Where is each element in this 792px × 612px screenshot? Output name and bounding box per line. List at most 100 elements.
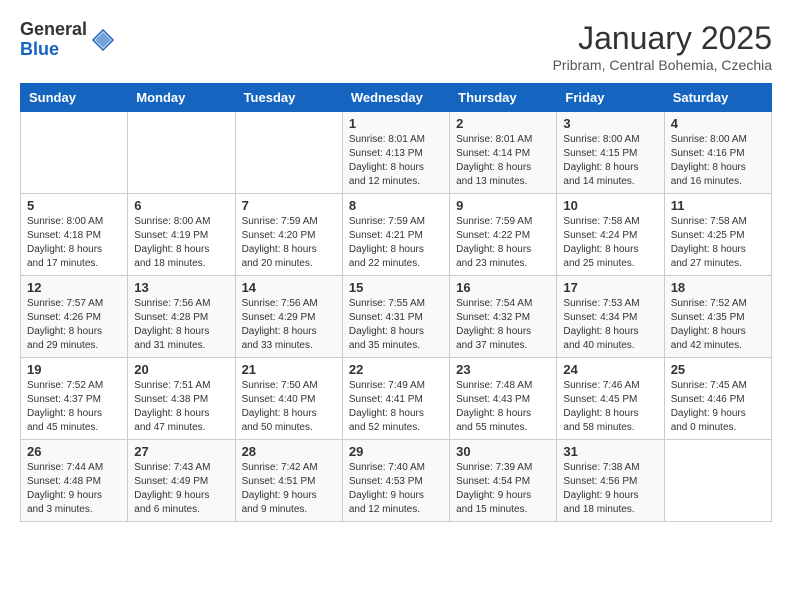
day-number: 20 bbox=[134, 362, 228, 377]
day-number: 5 bbox=[27, 198, 121, 213]
day-number: 24 bbox=[563, 362, 657, 377]
calendar-cell: 22 Sunrise: 7:49 AM Sunset: 4:41 PM Dayli… bbox=[342, 358, 449, 440]
calendar-cell: 15Sunrise: 7:55 AM Sunset: 4:31 PM Dayli… bbox=[342, 276, 449, 358]
calendar-cell: 18Sunrise: 7:52 AM Sunset: 4:35 PM Dayli… bbox=[664, 276, 771, 358]
day-info: Sunrise: 7:59 AM Sunset: 4:20 PM Dayligh… bbox=[242, 215, 336, 271]
calendar-cell bbox=[21, 112, 128, 194]
day-number: 30 bbox=[456, 444, 550, 459]
day-number: 13 bbox=[134, 280, 228, 295]
calendar-header-row: SundayMondayTuesdayWednesdayThursdayFrid… bbox=[21, 84, 772, 112]
day-info: Sunrise: 7:44 AM Sunset: 4:48 PM Dayligh… bbox=[27, 461, 121, 517]
day-info: Sunrise: 7:43 AM Sunset: 4:49 PM Dayligh… bbox=[134, 461, 228, 517]
calendar-cell: 21 Sunrise: 7:50 AM Sunset: 4:40 PM Dayli… bbox=[235, 358, 342, 440]
day-number: 14 bbox=[242, 280, 336, 295]
day-info: Sunrise: 8:01 AM Sunset: 4:14 PM Dayligh… bbox=[456, 133, 550, 189]
calendar-cell bbox=[128, 112, 235, 194]
calendar-cell: 14 Sunrise: 7:56 AM Sunset: 4:29 PM Dayli… bbox=[235, 276, 342, 358]
logo: General Blue bbox=[20, 20, 115, 60]
day-number: 29 bbox=[349, 444, 443, 459]
calendar-cell: 20 Sunrise: 7:51 AM Sunset: 4:38 PM Dayli… bbox=[128, 358, 235, 440]
day-number: 25 bbox=[671, 362, 765, 377]
day-info: Sunrise: 8:00 AM Sunset: 4:16 PM Dayligh… bbox=[671, 133, 765, 189]
day-number: 31 bbox=[563, 444, 657, 459]
logo-blue-text: Blue bbox=[20, 40, 87, 60]
calendar-header-saturday: Saturday bbox=[664, 84, 771, 112]
calendar-cell: 12 Sunrise: 7:57 AM Sunset: 4:26 PM Dayli… bbox=[21, 276, 128, 358]
day-info: Sunrise: 7:57 AM Sunset: 4:26 PM Dayligh… bbox=[27, 297, 121, 353]
calendar-cell: 24 Sunrise: 7:46 AM Sunset: 4:45 PM Dayli… bbox=[557, 358, 664, 440]
calendar-cell: 11 Sunrise: 7:58 AM Sunset: 4:25 PM Dayli… bbox=[664, 194, 771, 276]
calendar-header-friday: Friday bbox=[557, 84, 664, 112]
day-info: Sunrise: 7:59 AM Sunset: 4:22 PM Dayligh… bbox=[456, 215, 550, 271]
day-info: Sunrise: 7:52 AM Sunset: 4:37 PM Dayligh… bbox=[27, 379, 121, 435]
calendar-cell: 19 Sunrise: 7:52 AM Sunset: 4:37 PM Dayli… bbox=[21, 358, 128, 440]
day-number: 8 bbox=[349, 198, 443, 213]
calendar-cell: 3Sunrise: 8:00 AM Sunset: 4:15 PM Daylig… bbox=[557, 112, 664, 194]
day-number: 28 bbox=[242, 444, 336, 459]
day-info: Sunrise: 7:40 AM Sunset: 4:53 PM Dayligh… bbox=[349, 461, 443, 517]
calendar-cell: 16Sunrise: 7:54 AM Sunset: 4:32 PM Dayli… bbox=[450, 276, 557, 358]
calendar-week-row: 5 Sunrise: 8:00 AM Sunset: 4:18 PM Daylig… bbox=[21, 194, 772, 276]
calendar-cell: 10Sunrise: 7:58 AM Sunset: 4:24 PM Dayli… bbox=[557, 194, 664, 276]
calendar-header-sunday: Sunday bbox=[21, 84, 128, 112]
calendar-cell: 5 Sunrise: 8:00 AM Sunset: 4:18 PM Daylig… bbox=[21, 194, 128, 276]
calendar-cell: 1 Sunrise: 8:01 AM Sunset: 4:13 PM Daylig… bbox=[342, 112, 449, 194]
calendar-cell: 30 Sunrise: 7:39 AM Sunset: 4:54 PM Dayli… bbox=[450, 440, 557, 522]
day-info: Sunrise: 7:50 AM Sunset: 4:40 PM Dayligh… bbox=[242, 379, 336, 435]
day-number: 9 bbox=[456, 198, 550, 213]
calendar-week-row: 19 Sunrise: 7:52 AM Sunset: 4:37 PM Dayli… bbox=[21, 358, 772, 440]
day-number: 22 bbox=[349, 362, 443, 377]
day-info: Sunrise: 7:48 AM Sunset: 4:43 PM Dayligh… bbox=[456, 379, 550, 435]
day-info: Sunrise: 7:52 AM Sunset: 4:35 PM Dayligh… bbox=[671, 297, 765, 353]
calendar-header-tuesday: Tuesday bbox=[235, 84, 342, 112]
day-number: 19 bbox=[27, 362, 121, 377]
calendar-cell bbox=[664, 440, 771, 522]
location-subtitle: Pribram, Central Bohemia, Czechia bbox=[553, 57, 772, 73]
logo-general-text: General bbox=[20, 20, 87, 40]
calendar-cell: 6 Sunrise: 8:00 AM Sunset: 4:19 PM Daylig… bbox=[128, 194, 235, 276]
logo-icon bbox=[91, 28, 115, 52]
calendar-cell: 7 Sunrise: 7:59 AM Sunset: 4:20 PM Daylig… bbox=[235, 194, 342, 276]
day-number: 17 bbox=[563, 280, 657, 295]
day-number: 7 bbox=[242, 198, 336, 213]
calendar-week-row: 12 Sunrise: 7:57 AM Sunset: 4:26 PM Dayli… bbox=[21, 276, 772, 358]
day-info: Sunrise: 7:39 AM Sunset: 4:54 PM Dayligh… bbox=[456, 461, 550, 517]
day-info: Sunrise: 8:00 AM Sunset: 4:18 PM Dayligh… bbox=[27, 215, 121, 271]
day-number: 3 bbox=[563, 116, 657, 131]
page-header: General Blue January 2025 Pribram, Centr… bbox=[20, 20, 772, 73]
day-number: 27 bbox=[134, 444, 228, 459]
calendar-week-row: 1 Sunrise: 8:01 AM Sunset: 4:13 PM Daylig… bbox=[21, 112, 772, 194]
day-info: Sunrise: 7:56 AM Sunset: 4:29 PM Dayligh… bbox=[242, 297, 336, 353]
title-section: January 2025 Pribram, Central Bohemia, C… bbox=[553, 20, 772, 73]
calendar-week-row: 26Sunrise: 7:44 AM Sunset: 4:48 PM Dayli… bbox=[21, 440, 772, 522]
day-number: 23 bbox=[456, 362, 550, 377]
day-info: Sunrise: 7:49 AM Sunset: 4:41 PM Dayligh… bbox=[349, 379, 443, 435]
day-number: 6 bbox=[134, 198, 228, 213]
day-info: Sunrise: 7:58 AM Sunset: 4:25 PM Dayligh… bbox=[671, 215, 765, 271]
calendar-cell: 27 Sunrise: 7:43 AM Sunset: 4:49 PM Dayli… bbox=[128, 440, 235, 522]
day-number: 11 bbox=[671, 198, 765, 213]
day-number: 12 bbox=[27, 280, 121, 295]
month-title: January 2025 bbox=[553, 20, 772, 57]
calendar-cell bbox=[235, 112, 342, 194]
calendar-cell: 25Sunrise: 7:45 AM Sunset: 4:46 PM Dayli… bbox=[664, 358, 771, 440]
day-number: 10 bbox=[563, 198, 657, 213]
calendar-cell: 2 Sunrise: 8:01 AM Sunset: 4:14 PM Daylig… bbox=[450, 112, 557, 194]
day-number: 4 bbox=[671, 116, 765, 131]
day-number: 21 bbox=[242, 362, 336, 377]
day-info: Sunrise: 7:51 AM Sunset: 4:38 PM Dayligh… bbox=[134, 379, 228, 435]
calendar-cell: 8Sunrise: 7:59 AM Sunset: 4:21 PM Daylig… bbox=[342, 194, 449, 276]
day-info: Sunrise: 8:00 AM Sunset: 4:19 PM Dayligh… bbox=[134, 215, 228, 271]
calendar-cell: 26Sunrise: 7:44 AM Sunset: 4:48 PM Dayli… bbox=[21, 440, 128, 522]
day-info: Sunrise: 7:46 AM Sunset: 4:45 PM Dayligh… bbox=[563, 379, 657, 435]
calendar-header-monday: Monday bbox=[128, 84, 235, 112]
calendar-header-wednesday: Wednesday bbox=[342, 84, 449, 112]
day-info: Sunrise: 7:54 AM Sunset: 4:32 PM Dayligh… bbox=[456, 297, 550, 353]
calendar-cell: 23 Sunrise: 7:48 AM Sunset: 4:43 PM Dayli… bbox=[450, 358, 557, 440]
day-number: 1 bbox=[349, 116, 443, 131]
day-number: 2 bbox=[456, 116, 550, 131]
calendar-cell: 17Sunrise: 7:53 AM Sunset: 4:34 PM Dayli… bbox=[557, 276, 664, 358]
calendar-cell: 13Sunrise: 7:56 AM Sunset: 4:28 PM Dayli… bbox=[128, 276, 235, 358]
day-info: Sunrise: 8:01 AM Sunset: 4:13 PM Dayligh… bbox=[349, 133, 443, 189]
calendar-cell: 9 Sunrise: 7:59 AM Sunset: 4:22 PM Daylig… bbox=[450, 194, 557, 276]
